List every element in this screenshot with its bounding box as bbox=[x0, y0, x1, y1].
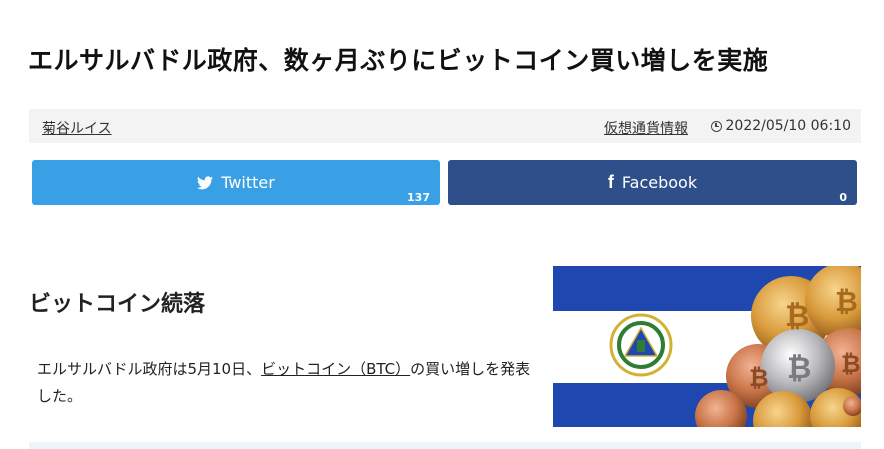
facebook-share-count: 0 bbox=[839, 191, 847, 204]
paragraph-text-start: エルサルバドル政府は5月10日、 bbox=[37, 360, 262, 378]
bitcoin-link[interactable]: ビットコイン（BTC） bbox=[261, 360, 410, 378]
publish-date: 2022/05/10 06:10 bbox=[710, 118, 852, 134]
twitter-share-count: 137 bbox=[407, 191, 430, 204]
svg-text:₿: ₿ bbox=[835, 285, 858, 318]
el-salvador-bitcoin-illustration: ₿ ₿ ₿ ₿ ₿ bbox=[553, 266, 861, 427]
twitter-icon bbox=[197, 175, 214, 189]
article-meta-bar: 菊谷ルイス 仮想通貨情報 2022/05/10 06:10 bbox=[29, 109, 861, 143]
category-link[interactable]: 仮想通貨情報 bbox=[604, 118, 688, 138]
twitter-share-button[interactable]: Twitter 137 bbox=[32, 160, 440, 205]
facebook-share-button[interactable]: f Facebook 0 bbox=[448, 160, 857, 205]
clock-icon bbox=[710, 120, 722, 132]
content-divider bbox=[29, 442, 861, 449]
facebook-label: Facebook bbox=[621, 173, 698, 192]
article-paragraph: エルサルバドル政府は5月10日、ビットコイン（BTC）の買い増しを発表した。 bbox=[37, 356, 537, 410]
svg-text:₿: ₿ bbox=[749, 364, 769, 392]
article-title: エルサルバドル政府、数ヶ月ぶりにビットコイン買い増しを実施 bbox=[28, 45, 769, 75]
publish-date-text: 2022/05/10 06:10 bbox=[725, 118, 852, 134]
svg-text:₿: ₿ bbox=[785, 299, 809, 334]
twitter-label: Twitter bbox=[221, 173, 275, 192]
author-link[interactable]: 菊谷ルイス bbox=[42, 118, 112, 138]
svg-text:₿: ₿ bbox=[841, 350, 861, 378]
svg-text:₿: ₿ bbox=[787, 351, 811, 386]
facebook-icon: f bbox=[607, 172, 614, 192]
hero-image: ₿ ₿ ₿ ₿ ₿ bbox=[553, 266, 861, 427]
section-heading: ビットコイン続落 bbox=[29, 292, 206, 318]
